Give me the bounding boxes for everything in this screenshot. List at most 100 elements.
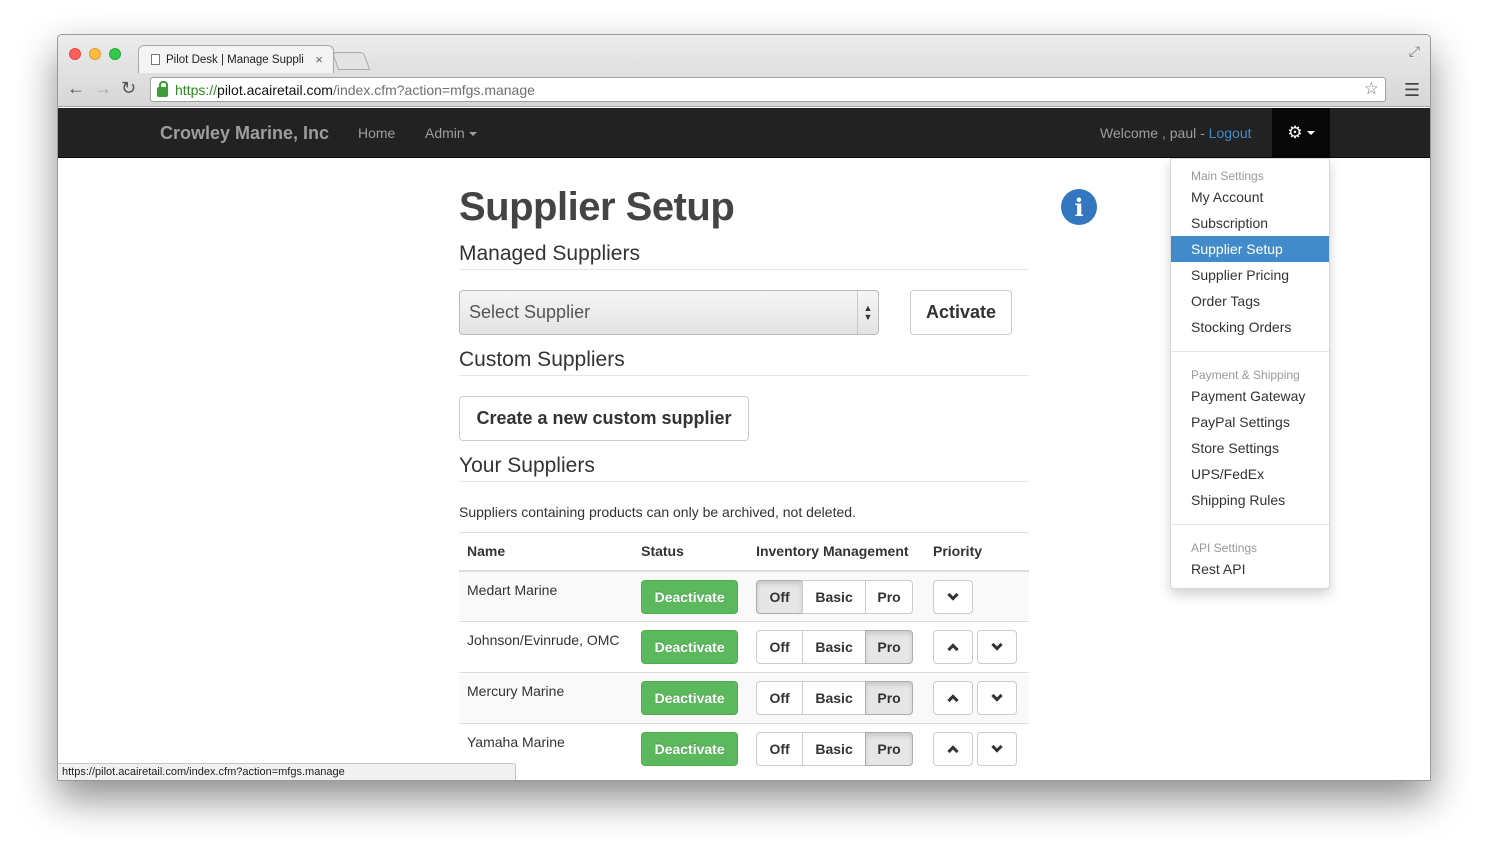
info-icon[interactable]: i [1061, 189, 1097, 225]
supplier-name-cell: Johnson/Evinrude, OMC [459, 621, 634, 673]
priority-down-button[interactable] [977, 681, 1017, 715]
dropdown-header-payment: Payment & Shipping [1191, 368, 1300, 382]
dropdown-header-main: Main Settings [1191, 169, 1264, 183]
table-row: Yamaha Marine Deactivate Off Basic Pro [459, 723, 1029, 775]
column-header-status: Status [633, 532, 749, 572]
supplier-select[interactable]: Select Supplier ▲ ▼ [459, 290, 879, 335]
column-header-priority: Priority [925, 532, 1029, 572]
menu-item-shipping-rules[interactable]: Shipping Rules [1171, 487, 1329, 513]
supplier-select-value: Select Supplier [469, 302, 591, 322]
url-path: /index.cfm?action=mfgs.manage [332, 81, 535, 98]
nav-admin-dropdown[interactable]: Admin [425, 125, 477, 141]
reload-icon[interactable]: ↻ [121, 79, 136, 97]
fullscreen-icon[interactable]: ⤢ [1409, 43, 1420, 60]
zoom-window-button[interactable] [109, 48, 121, 60]
brand-link[interactable]: Crowley Marine, Inc [160, 123, 329, 144]
top-navbar: Crowley Marine, Inc Home Admin Welcome ,… [58, 108, 1430, 158]
gear-icon: ⚙ [1287, 123, 1303, 142]
deactivate-button[interactable]: Deactivate [641, 630, 739, 664]
priority-down-button[interactable] [977, 630, 1017, 664]
inventory-toggle-group: Off Basic Pro [756, 630, 914, 664]
browser-tab[interactable]: Pilot Desk | Manage Suppli × [138, 45, 334, 73]
supplier-name: Medart Marine [467, 581, 558, 598]
deactivate-button[interactable]: Deactivate [641, 681, 739, 715]
column-header-name: Name [459, 532, 634, 572]
page-title: Supplier Setup [459, 185, 735, 229]
caret-down-icon [468, 132, 477, 137]
inventory-pro-button[interactable]: Pro [865, 681, 914, 715]
table-header-row: Name Status Inventory Management Priorit… [459, 532, 1029, 572]
dropdown-header-api: API Settings [1191, 541, 1258, 555]
browser-chrome: Pilot Desk | Manage Suppli × ⤢ ← → ↻ htt… [58, 35, 1430, 107]
chevron-down-icon [991, 741, 1003, 753]
priority-up-button[interactable] [933, 681, 973, 715]
supplier-name: Johnson/Evinrude, OMC [467, 632, 620, 648]
back-arrow-icon[interactable]: ← [67, 79, 85, 97]
chevron-up-icon [947, 694, 959, 706]
chevron-up-icon [947, 745, 959, 757]
inventory-basic-button[interactable]: Basic [802, 732, 867, 766]
priority-down-button[interactable] [977, 732, 1017, 766]
create-custom-supplier-button[interactable]: Create a new custom supplier [459, 396, 749, 441]
browser-menu-icon[interactable]: ☰ [1404, 80, 1420, 101]
menu-item-subscription[interactable]: Subscription [1171, 210, 1329, 236]
divider [459, 269, 1029, 270]
inventory-basic-button[interactable]: Basic [802, 681, 867, 715]
deactivate-button[interactable]: Deactivate [641, 579, 739, 614]
priority-down-button[interactable] [933, 579, 973, 614]
url-scheme: https:// [175, 81, 218, 98]
table-row: Johnson/Evinrude, OMC Deactivate Off Bas… [459, 621, 1029, 673]
suppliers-table: Name Status Inventory Management Priorit… [459, 532, 1029, 775]
activate-button[interactable]: Activate [910, 290, 1012, 335]
inventory-off-button[interactable]: Off [756, 732, 804, 766]
address-bar[interactable]: https:// pilot.acairetail.com /index.cfm… [150, 77, 1386, 102]
inventory-basic-button[interactable]: Basic [802, 630, 867, 664]
inventory-off-button[interactable]: Off [756, 579, 804, 614]
tab-close-icon[interactable]: × [315, 52, 323, 67]
priority-up-button[interactable] [933, 630, 973, 664]
menu-item-supplier-setup[interactable]: Supplier Setup [1171, 236, 1329, 262]
inventory-off-button[interactable]: Off [756, 630, 804, 664]
menu-item-my-account[interactable]: My Account [1171, 184, 1329, 210]
deactivate-button[interactable]: Deactivate [641, 732, 739, 766]
inventory-pro-button[interactable]: Pro [865, 579, 914, 614]
status-bar-url: https://pilot.acairetail.com/index.cfm?a… [58, 763, 516, 780]
logout-link[interactable]: Logout [1209, 125, 1252, 141]
table-row: Medart Marine Deactivate Off Basic Pro [459, 570, 1029, 622]
menu-item-payment-gateway[interactable]: Payment Gateway [1171, 383, 1329, 409]
forward-arrow-icon[interactable]: → [94, 79, 112, 97]
inventory-pro-button[interactable]: Pro [865, 732, 914, 766]
supplier-name-cell: Medart Marine [459, 570, 634, 622]
settings-dropdown-toggle[interactable]: ⚙ [1272, 108, 1330, 158]
bookmark-star-icon[interactable]: ☆ [1364, 79, 1379, 99]
priority-up-button[interactable] [933, 732, 973, 766]
inventory-basic-button[interactable]: Basic [802, 579, 867, 614]
minimize-window-button[interactable] [89, 48, 101, 60]
menu-item-ups-fedex[interactable]: UPS/FedEx [1171, 461, 1329, 487]
menu-item-stocking-orders[interactable]: Stocking Orders [1171, 314, 1329, 340]
new-tab-button[interactable] [331, 52, 371, 70]
menu-item-paypal-settings[interactable]: PayPal Settings [1171, 409, 1329, 435]
nav-home-link[interactable]: Home [358, 125, 395, 141]
managed-suppliers-heading: Managed Suppliers [459, 242, 640, 265]
close-window-button[interactable] [69, 48, 81, 60]
inventory-off-button[interactable]: Off [756, 681, 804, 715]
inventory-pro-button[interactable]: Pro [865, 630, 914, 664]
nav-admin-label: Admin [425, 125, 465, 141]
help-text: Suppliers containing products can only b… [459, 504, 856, 520]
menu-item-supplier-pricing[interactable]: Supplier Pricing [1171, 262, 1329, 288]
caret-down-icon [1306, 131, 1315, 135]
divider [459, 481, 1029, 482]
menu-item-store-settings[interactable]: Store Settings [1171, 435, 1329, 461]
supplier-name: Mercury Marine [467, 683, 565, 699]
menu-item-order-tags[interactable]: Order Tags [1171, 288, 1329, 314]
table-row: Mercury Marine Deactivate Off Basic Pro [459, 672, 1029, 724]
chevron-down-icon [947, 588, 959, 601]
lock-icon [157, 80, 168, 97]
menu-item-rest-api[interactable]: Rest API [1171, 556, 1329, 582]
supplier-name-cell: Mercury Marine [459, 672, 634, 724]
settings-dropdown-menu: Main Settings My Account Subscription Su… [1170, 158, 1330, 589]
your-suppliers-heading: Your Suppliers [459, 454, 595, 477]
divider [459, 375, 1029, 376]
document-icon [151, 54, 160, 65]
